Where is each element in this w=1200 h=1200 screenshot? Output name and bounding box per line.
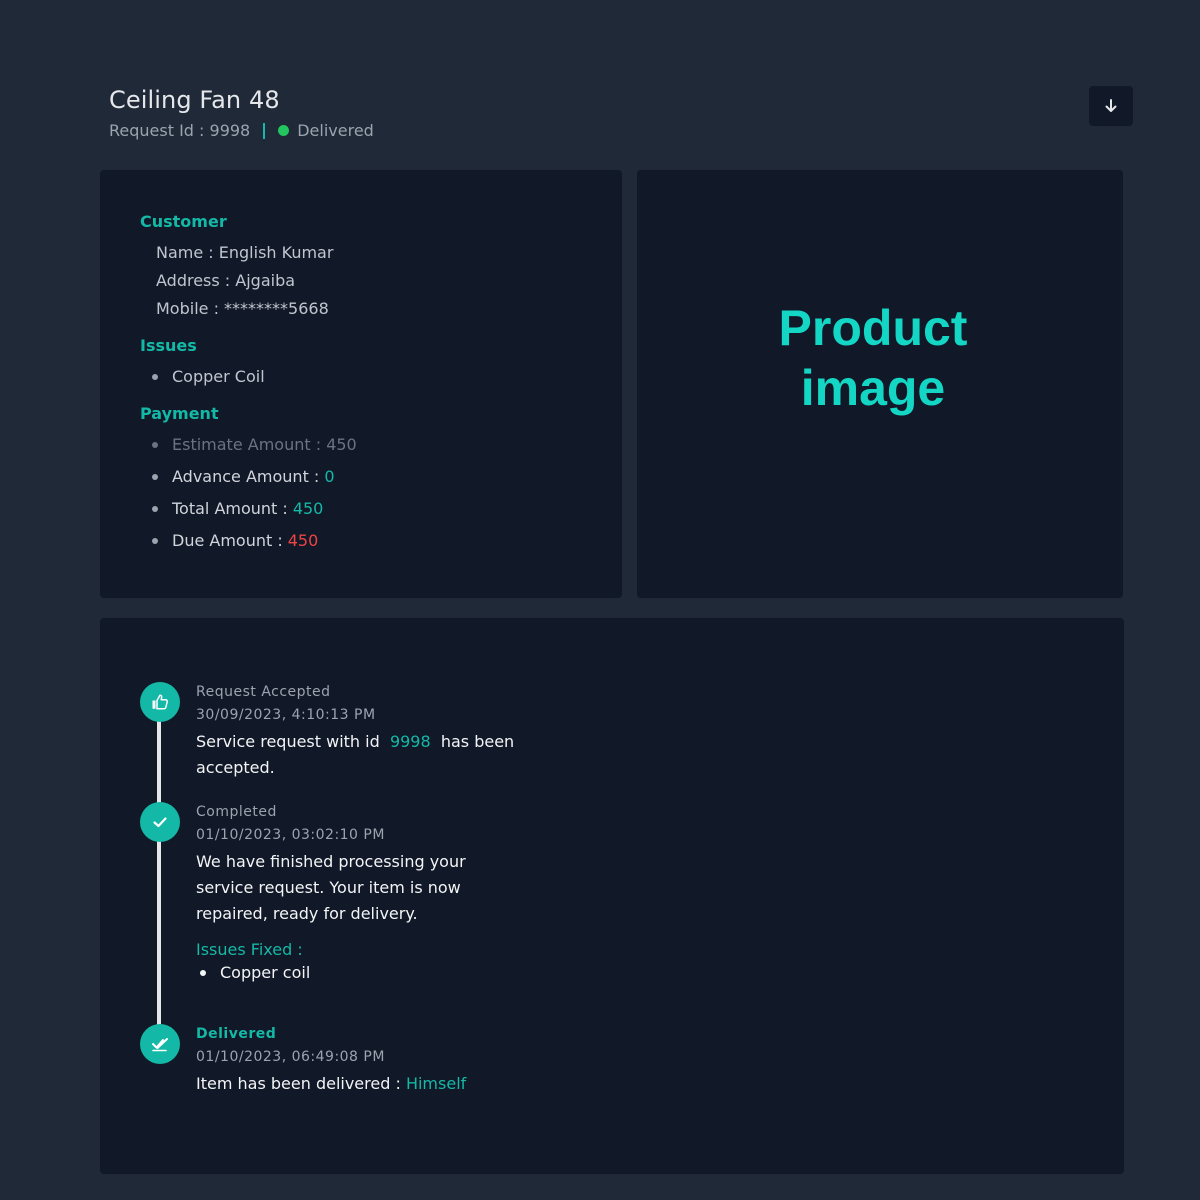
request-id-link: 9998 [389,732,431,751]
issue-item: Copper Coil [152,367,265,386]
due-amount-value: 450 [287,531,319,550]
timeline-event-completed: Completed 01/10/2023, 03:02:10 PM We hav… [196,804,556,982]
request-details-card: Customer Name : English Kumar Address : … [100,170,622,598]
total-amount-row: Total Amount : 450 [152,499,323,518]
event-description: We have finished processing your service… [196,852,466,923]
due-amount-row: Due Amount : 450 [152,531,318,550]
event-description: Service request with id 9998 has been ac… [196,732,515,777]
thumbs-up-icon [140,682,180,722]
page-title: Ceiling Fan 48 [109,86,280,114]
customer-section-title: Customer [140,212,227,231]
advance-amount-label: Advance Amount : [172,467,320,486]
request-id: Request Id : 9998 [109,121,251,140]
event-title: Delivered [196,1026,277,1042]
estimate-amount-row: Estimate Amount : 450 [152,435,357,454]
product-image-placeholder: Product image [778,300,968,416]
due-amount-label: Due Amount : [172,531,283,550]
event-title: Completed [196,804,277,820]
advance-amount-value: 0 [324,467,335,486]
check-icon [140,802,180,842]
issues-fixed-item: Copper coil [196,963,556,982]
issues-section-title: Issues [140,336,197,355]
customer-name: Name : English Kumar [156,243,334,262]
status-dot [278,125,290,136]
customer-address: Address : Ajgaiba [156,271,296,290]
timeline-line [157,720,161,1042]
page-header: Ceiling Fan 48 Request Id : 9998 Deliver… [109,86,374,140]
timeline-event-delivered: Delivered 01/10/2023, 06:49:08 PM Item h… [196,1026,556,1097]
timeline-event-accepted: Request Accepted 30/09/2023, 4:10:13 PM … [196,684,556,781]
event-date: 30/09/2023, 4:10:13 PM [196,707,376,723]
customer-mobile: Mobile : ********5668 [156,299,329,318]
estimate-amount: Estimate Amount : 450 [172,435,357,454]
event-description: Item has been delivered : Himself [196,1074,467,1093]
delivered-to: Himself [405,1074,467,1093]
issues-fixed-title: Issues Fixed : [196,940,303,959]
status-timeline-card: Request Accepted 30/09/2023, 4:10:13 PM … [100,618,1124,1174]
arrow-down-icon [1105,99,1117,112]
download-button[interactable] [1089,86,1133,126]
total-amount-label: Total Amount : [172,499,288,518]
request-meta: Request Id : 9998 Delivered [109,121,374,140]
advance-amount-row: Advance Amount : 0 [152,467,335,486]
event-title: Request Accepted [196,684,331,700]
status-badge: Delivered [297,121,374,140]
product-image-card: Product image [637,170,1123,598]
total-amount-value: 450 [292,499,324,518]
meta-separator [263,122,266,139]
event-date: 01/10/2023, 06:49:08 PM [196,1049,385,1065]
issue-item-label: Copper Coil [172,367,265,386]
double-check-icon [140,1024,180,1064]
event-date: 01/10/2023, 03:02:10 PM [196,827,385,843]
payment-section-title: Payment [140,404,219,423]
